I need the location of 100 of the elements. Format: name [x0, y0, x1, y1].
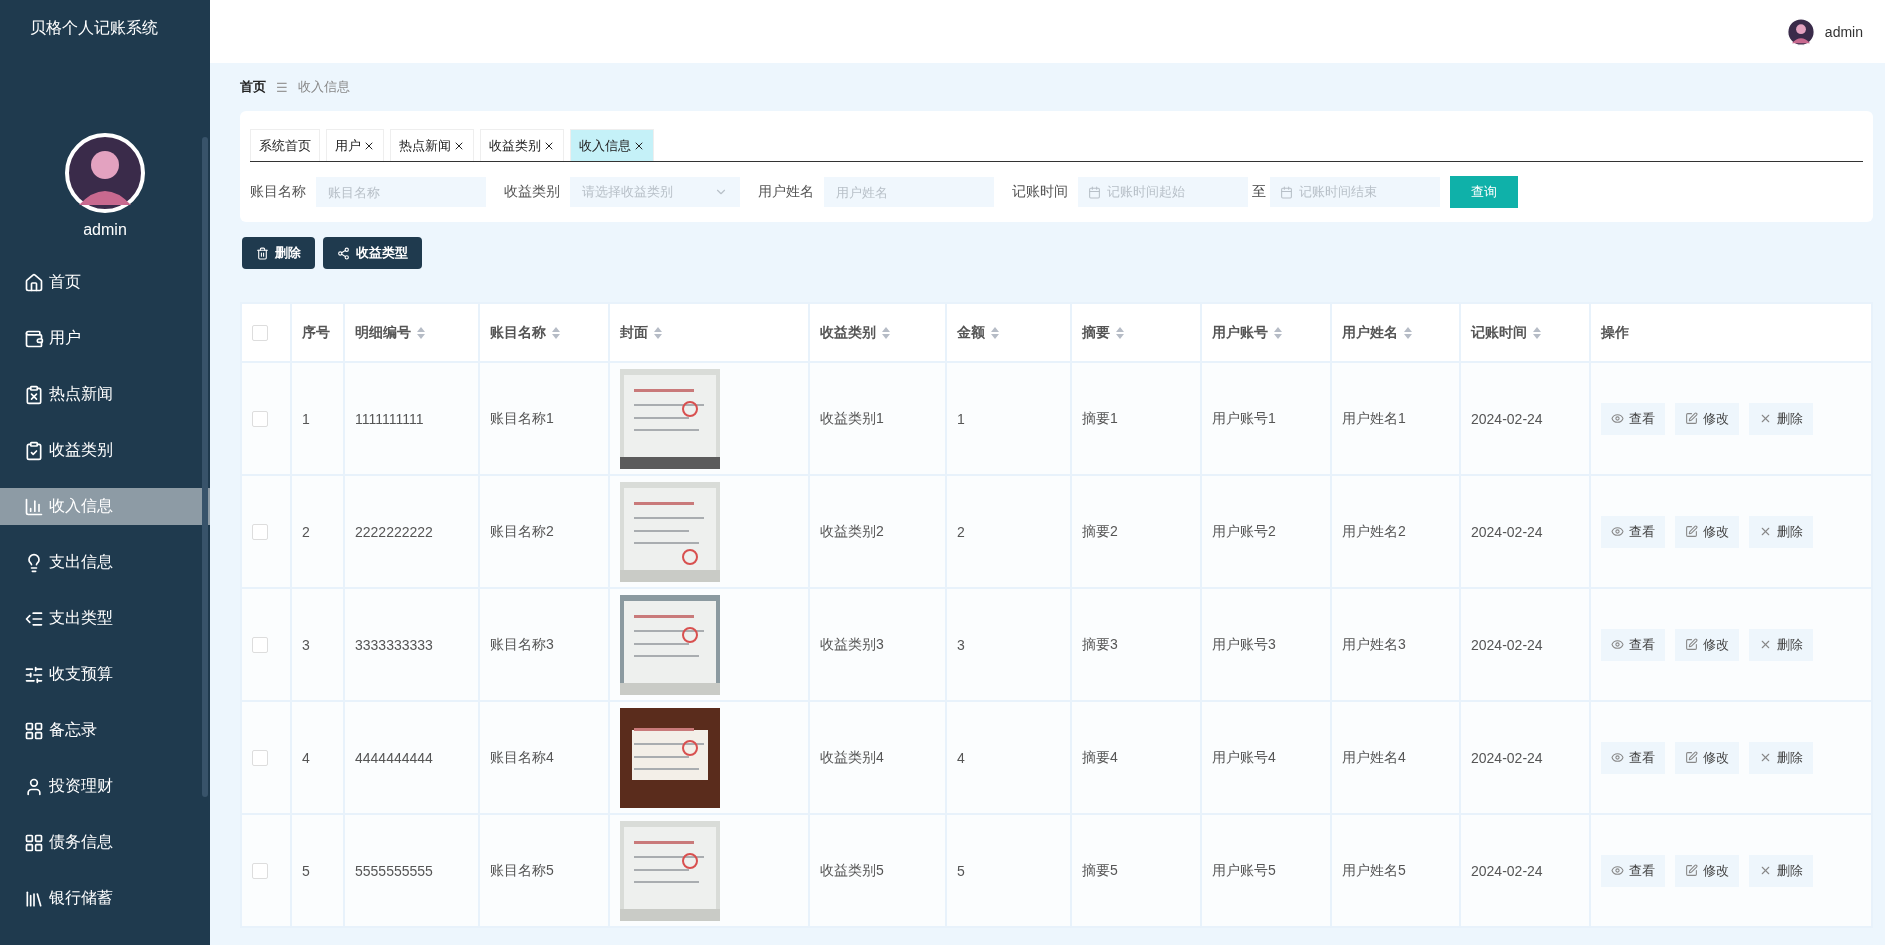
- bar-chart-icon: [24, 496, 44, 517]
- menu-item[interactable]: 收益类别: [0, 432, 210, 469]
- column-header: 操作: [1601, 323, 1629, 342]
- table-cell: 5: [957, 862, 965, 879]
- edit-icon: [1685, 638, 1698, 651]
- filter-label: 收益类别: [504, 183, 560, 201]
- menu-item[interactable]: 支出类型: [0, 600, 210, 637]
- tab[interactable]: 收益类别: [480, 129, 564, 161]
- share-button[interactable]: 收益类型: [323, 237, 422, 269]
- column-header: 账目名称: [490, 323, 546, 342]
- filter-label: 记账时间: [1012, 183, 1068, 201]
- table-cell: 账目名称1: [490, 409, 554, 428]
- sort-icon[interactable]: [991, 326, 999, 339]
- edit-button[interactable]: 修改: [1675, 854, 1739, 887]
- tab[interactable]: 用户: [326, 129, 384, 161]
- view-button[interactable]: 查看: [1601, 402, 1665, 435]
- table-cell: 2024-02-24: [1471, 862, 1543, 879]
- menu-item[interactable]: 债务信息: [0, 824, 210, 861]
- table-cell: 1111111111: [355, 410, 424, 427]
- menu-item[interactable]: 收支预算: [0, 656, 210, 693]
- menu-item[interactable]: 热点新闻: [0, 376, 210, 413]
- table-cell: 2: [302, 523, 310, 540]
- eye-icon: [1611, 412, 1624, 425]
- filter-label: 账目名称: [250, 183, 306, 201]
- delete-button[interactable]: 删除: [1749, 741, 1813, 774]
- table-cell: 用户账号1: [1212, 409, 1276, 428]
- user-name[interactable]: admin: [1824, 23, 1863, 40]
- filter-label: 用户姓名: [758, 183, 814, 201]
- column-header: 金额: [957, 323, 985, 342]
- column-header: 序号: [302, 323, 330, 342]
- menu-item[interactable]: 支出信息: [0, 544, 210, 581]
- checkbox[interactable]: [252, 523, 268, 540]
- sort-icon[interactable]: [552, 326, 560, 339]
- table-cell: 5: [302, 862, 310, 879]
- table-cell: 1: [302, 410, 310, 427]
- menu-item[interactable]: 首页: [0, 264, 210, 301]
- sort-icon[interactable]: [1404, 326, 1412, 339]
- checkbox[interactable]: [252, 324, 268, 341]
- user-icon: [24, 776, 44, 797]
- calendar-icon: [1088, 185, 1101, 199]
- view-button[interactable]: 查看: [1601, 854, 1665, 887]
- checkbox[interactable]: [252, 410, 268, 427]
- checkbox[interactable]: [252, 636, 268, 653]
- close-icon: [1759, 525, 1772, 538]
- table-cell: 2: [957, 523, 965, 540]
- trash-icon: [256, 246, 269, 260]
- menu-item[interactable]: 用户: [0, 320, 210, 357]
- delete-button[interactable]: 删除: [1749, 402, 1813, 435]
- table-cell: 4: [302, 749, 310, 766]
- edit-button[interactable]: 修改: [1675, 402, 1739, 435]
- home-icon: [24, 272, 44, 293]
- table-cell: 摘要3: [1082, 635, 1118, 654]
- checkbox[interactable]: [252, 862, 268, 879]
- table-cell: 用户姓名2: [1342, 522, 1406, 541]
- wallet-icon: [24, 328, 44, 349]
- column-header: 记账时间: [1471, 323, 1527, 342]
- tab[interactable]: 热点新闻: [390, 129, 474, 161]
- table-cell: 用户账号5: [1212, 861, 1276, 880]
- sort-icon[interactable]: [417, 326, 425, 339]
- delete-button[interactable]: 删除: [1749, 515, 1813, 548]
- tab[interactable]: 收入信息: [570, 129, 654, 161]
- table-cell: 收益类别1: [820, 409, 884, 428]
- eye-icon: [1611, 638, 1624, 651]
- menu-item[interactable]: 银行储蓄: [0, 880, 210, 917]
- close-icon: [1759, 638, 1772, 651]
- edit-button[interactable]: 修改: [1675, 515, 1739, 548]
- view-button[interactable]: 查看: [1601, 515, 1665, 548]
- table-cell: 4: [957, 749, 965, 766]
- sort-icon[interactable]: [654, 326, 662, 339]
- sort-icon[interactable]: [1116, 326, 1124, 339]
- edit-button[interactable]: 修改: [1675, 628, 1739, 661]
- view-button[interactable]: 查看: [1601, 628, 1665, 661]
- edit-icon: [1685, 751, 1698, 764]
- sort-icon[interactable]: [882, 326, 890, 339]
- breadcrumb-link[interactable]: 首页: [240, 78, 266, 96]
- table-cell: 5555555555: [355, 862, 433, 879]
- delete-button[interactable]: 删除: [1749, 628, 1813, 661]
- table-cell: 1: [957, 410, 965, 427]
- view-button[interactable]: 查看: [1601, 741, 1665, 774]
- checkbox[interactable]: [252, 749, 268, 766]
- edit-button[interactable]: 修改: [1675, 741, 1739, 774]
- sort-icon[interactable]: [1533, 326, 1541, 339]
- table-cell: 账目名称2: [490, 522, 554, 541]
- table-cell: 收益类别5: [820, 861, 884, 880]
- tab[interactable]: 系统首页: [250, 129, 320, 161]
- grid-icon: [24, 832, 44, 853]
- delete-button[interactable]: 删除: [242, 237, 315, 269]
- scrollbar[interactable]: [202, 137, 208, 797]
- table-cell: 账目名称3: [490, 635, 554, 654]
- table-cell: 2024-02-24: [1471, 636, 1543, 653]
- delete-button[interactable]: 删除: [1749, 854, 1813, 887]
- sort-icon[interactable]: [1274, 326, 1282, 339]
- edit-icon: [1685, 412, 1698, 425]
- breadcrumb-current: 收入信息: [297, 78, 350, 96]
- column-header: 明细编号: [355, 323, 411, 342]
- table-cell: 用户姓名4: [1342, 748, 1406, 767]
- menu-item[interactable]: 投资理财: [0, 768, 210, 805]
- menu-item[interactable]: 备忘录: [0, 712, 210, 749]
- column-header: 用户姓名: [1342, 323, 1398, 342]
- table-cell: 3333333333: [355, 636, 433, 653]
